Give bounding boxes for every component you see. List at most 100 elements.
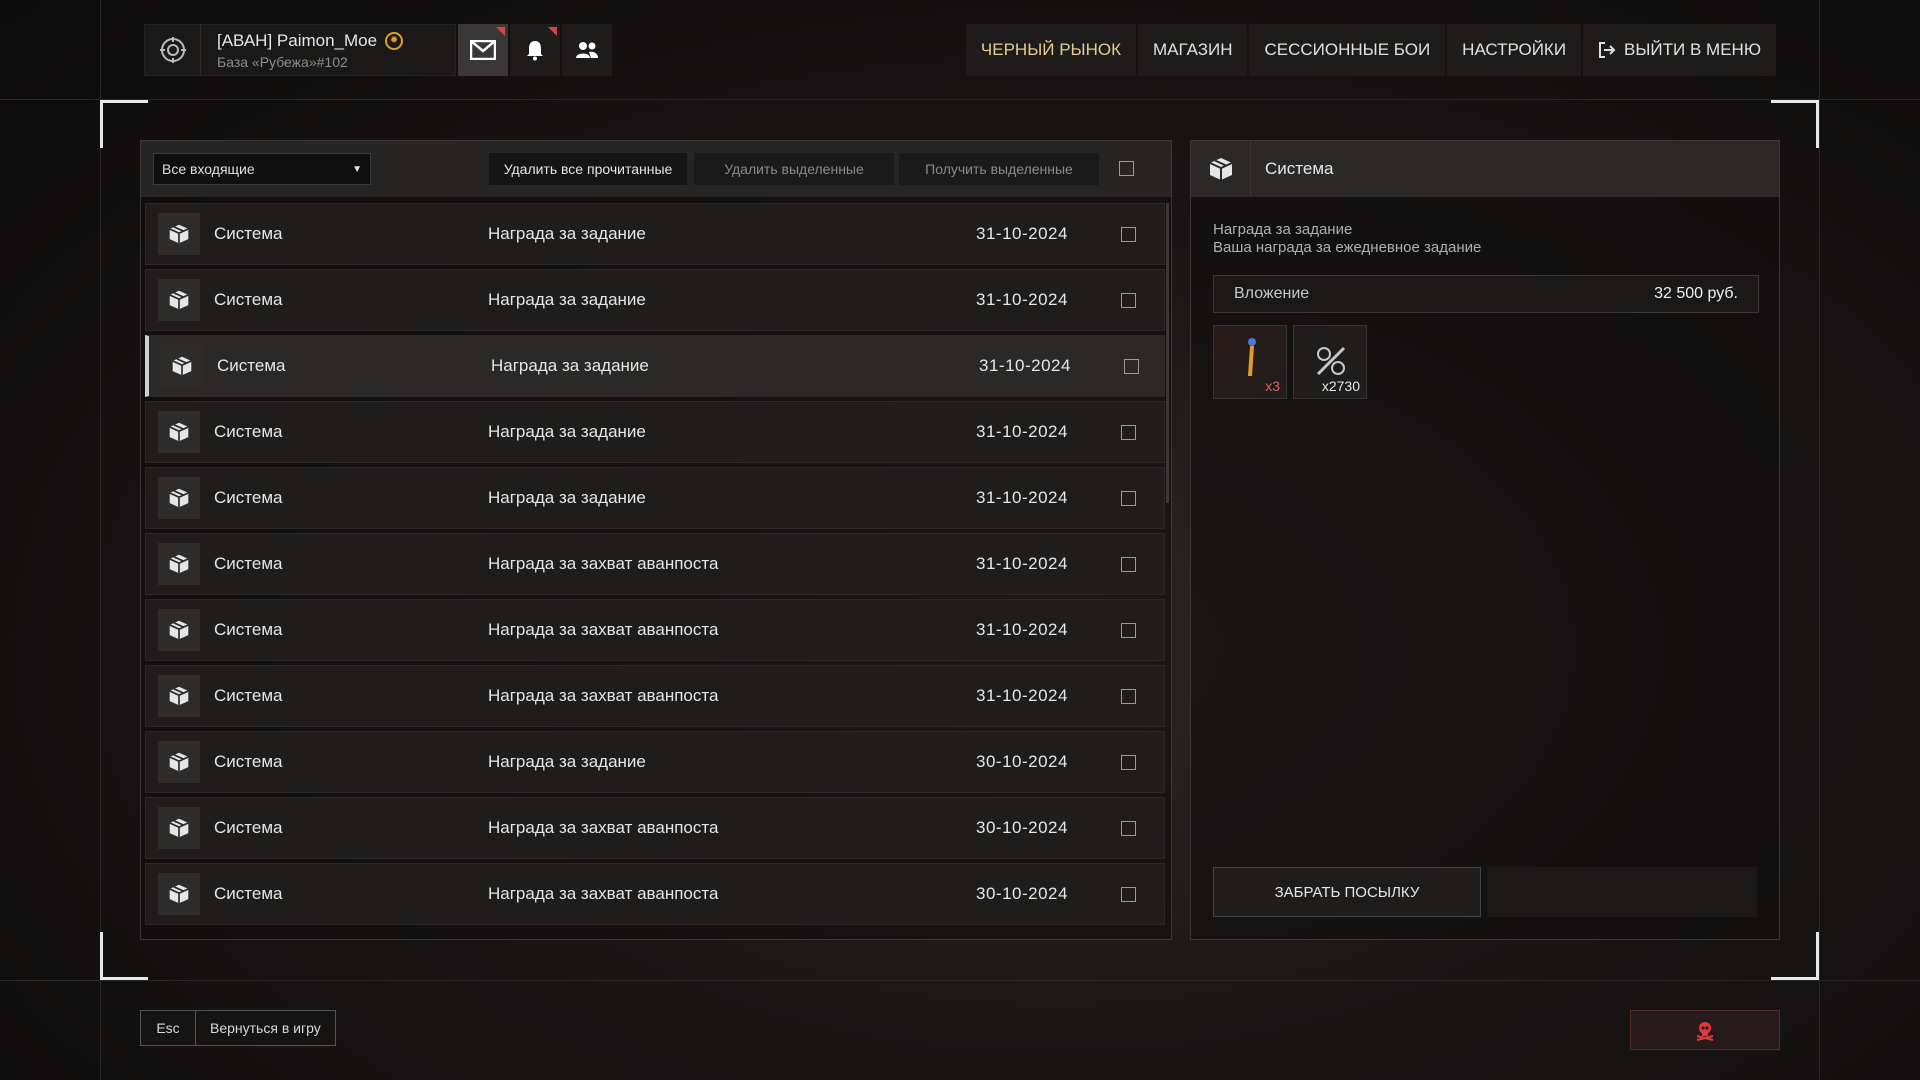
player-name: [АВАН] Paimon_Moe — [217, 30, 378, 50]
message-checkbox[interactable] — [1121, 820, 1136, 836]
message-row[interactable]: Система Награда за захват аванпоста 30-10-… — [145, 863, 1165, 925]
nav-exit-label: ВЫЙТИ В МЕНЮ — [1624, 40, 1761, 59]
attachment-label: Вложение — [1234, 285, 1310, 302]
message-subject: Награда за задание — [488, 752, 646, 771]
package-icon — [158, 741, 200, 783]
receive-selected-button[interactable]: Получить выделенные — [899, 153, 1099, 185]
message-subject: Награда за задание — [488, 290, 646, 309]
message-row[interactable]: Система Награда за задание 30-10-2024 — [145, 731, 1165, 793]
message-checkbox[interactable] — [1121, 754, 1136, 770]
skull-icon — [1696, 1022, 1714, 1041]
notifications-button[interactable] — [510, 24, 560, 76]
message-sender: Система — [214, 290, 283, 309]
message-row[interactable]: Система Награда за захват аванпоста 31-10-… — [145, 599, 1165, 661]
package-icon — [158, 477, 200, 519]
message-row[interactable]: Система Награда за задание 31-10-2024 — [145, 401, 1165, 463]
message-subject: Награда за задание — [488, 422, 646, 441]
message-checkbox[interactable] — [1121, 688, 1136, 704]
message-row[interactable]: Система Награда за задание 31-10-2024 — [145, 335, 1165, 397]
package-icon — [158, 411, 200, 453]
message-checkbox[interactable] — [1121, 424, 1136, 440]
message-sender: Система — [214, 620, 283, 639]
attachment-item-2[interactable]: x2730 — [1293, 325, 1367, 399]
inbox-filter-select[interactable]: Все входящие ▼ — [153, 153, 371, 185]
message-subject: Награда за задание — [488, 488, 646, 507]
message-sender: Система — [214, 686, 283, 705]
message-date: 31-10-2024 — [976, 686, 1068, 705]
message-sender: Система — [214, 818, 283, 837]
friends-icon — [576, 42, 598, 58]
frame-top-line — [0, 99, 1920, 100]
rank-badge-icon: ✹ — [385, 31, 404, 50]
message-sender: Система — [214, 884, 283, 903]
nav-settings[interactable]: НАСТРОЙКИ — [1447, 24, 1582, 76]
message-subject: Награда за захват аванпоста — [488, 620, 719, 639]
detail-body: Ваша награда за ежедневное задание — [1213, 239, 1482, 256]
message-sender: Система — [214, 752, 283, 771]
message-checkbox[interactable] — [1121, 622, 1136, 638]
package-icon — [1191, 141, 1251, 197]
bell-icon — [527, 41, 543, 61]
message-subject: Награда за задание — [488, 224, 646, 243]
message-checkbox[interactable] — [1121, 292, 1136, 308]
select-all-checkbox[interactable] — [1119, 161, 1134, 176]
list-scrollbar[interactable] — [1166, 203, 1169, 503]
inbox-toolbar: Все входящие ▼ Удалить все прочитанные У… — [141, 141, 1171, 197]
message-date: 30-10-2024 — [976, 884, 1068, 903]
message-date: 30-10-2024 — [976, 752, 1068, 771]
message-row[interactable]: Система Награда за задание 31-10-2024 — [145, 269, 1165, 331]
nav-exit-menu[interactable]: ВЫЙТИ В МЕНЮ — [1583, 24, 1776, 76]
message-date: 31-10-2024 — [979, 356, 1071, 375]
package-icon — [158, 543, 200, 585]
detail-header: Система — [1191, 141, 1779, 197]
nav-session-battles[interactable]: СЕССИОННЫЕ БОИ — [1249, 24, 1446, 76]
message-date: 31-10-2024 — [976, 620, 1068, 639]
inbox-panel: Все входящие ▼ Удалить все прочитанные У… — [140, 140, 1172, 940]
notification-alert-flag — [548, 27, 557, 36]
message-row[interactable]: Система Награда за захват аванпоста 31-10-… — [145, 665, 1165, 727]
nav-black-market[interactable]: ЧЕРНЫЙ РЫНОК — [965, 24, 1136, 76]
item-2-quantity: x2730 — [1321, 378, 1360, 394]
claim-package-button[interactable]: ЗАБРАТЬ ПОСЫЛКУ — [1213, 867, 1481, 917]
message-date: 31-10-2024 — [976, 224, 1068, 243]
message-row[interactable]: Система Награда за захват аванпоста 30-10-… — [145, 797, 1165, 859]
message-checkbox[interactable] — [1121, 556, 1136, 572]
message-checkbox[interactable] — [1121, 226, 1136, 242]
delete-read-button[interactable]: Удалить все прочитанные — [489, 153, 687, 185]
message-date: 31-10-2024 — [976, 422, 1068, 441]
message-sender: Система — [217, 356, 286, 375]
detail-sender: Система — [1265, 159, 1334, 178]
message-checkbox[interactable] — [1124, 358, 1139, 374]
mail-button[interactable] — [458, 24, 508, 76]
message-row[interactable]: Система Награда за задание 31-10-2024 — [145, 467, 1165, 529]
frame-bottom-line — [0, 980, 1920, 981]
claim-button-extension — [1487, 867, 1757, 917]
message-date: 31-10-2024 — [976, 290, 1068, 309]
back-to-game-control[interactable]: Esc Вернуться в игру — [140, 1010, 336, 1046]
message-checkbox[interactable] — [1121, 886, 1136, 902]
friends-button[interactable] — [562, 24, 612, 76]
nav-shop[interactable]: МАГАЗИН — [1138, 24, 1248, 76]
message-sender: Система — [214, 422, 283, 441]
message-date: 31-10-2024 — [976, 554, 1068, 573]
message-date: 31-10-2024 — [976, 488, 1068, 507]
message-date: 30-10-2024 — [976, 818, 1068, 837]
profile-card[interactable]: [АВАН] Paimon_Moe ✹ База «Рубежа»#102 — [144, 24, 456, 76]
message-sender: Система — [214, 554, 283, 573]
package-icon — [158, 873, 200, 915]
package-icon — [158, 609, 200, 651]
back-to-game-label: Вернуться в игру — [210, 1020, 321, 1036]
message-checkbox[interactable] — [1121, 490, 1136, 506]
message-row[interactable]: Система Награда за захват аванпоста 31-10-… — [145, 533, 1165, 595]
message-subject: Награда за захват аванпоста — [488, 686, 719, 705]
attachment-value: 32 500 руб. — [1654, 285, 1738, 302]
delete-selected-button[interactable]: Удалить выделенные — [694, 153, 894, 185]
message-row[interactable]: Система Награда за задание 31-10-2024 — [145, 203, 1165, 265]
attachment-item-1[interactable]: x3 — [1213, 325, 1287, 399]
main-nav: ЧЕРНЫЙ РЫНОК МАГАЗИН СЕССИОННЫЕ БОИ НАСТ… — [965, 24, 1776, 76]
top-bar: [АВАН] Paimon_Moe ✹ База «Рубежа»#102 — [144, 24, 612, 76]
report-button[interactable] — [1630, 1010, 1780, 1050]
item-1-quantity: x3 — [1265, 378, 1280, 394]
package-icon — [161, 345, 203, 387]
player-base: База «Рубежа»#102 — [217, 53, 348, 70]
